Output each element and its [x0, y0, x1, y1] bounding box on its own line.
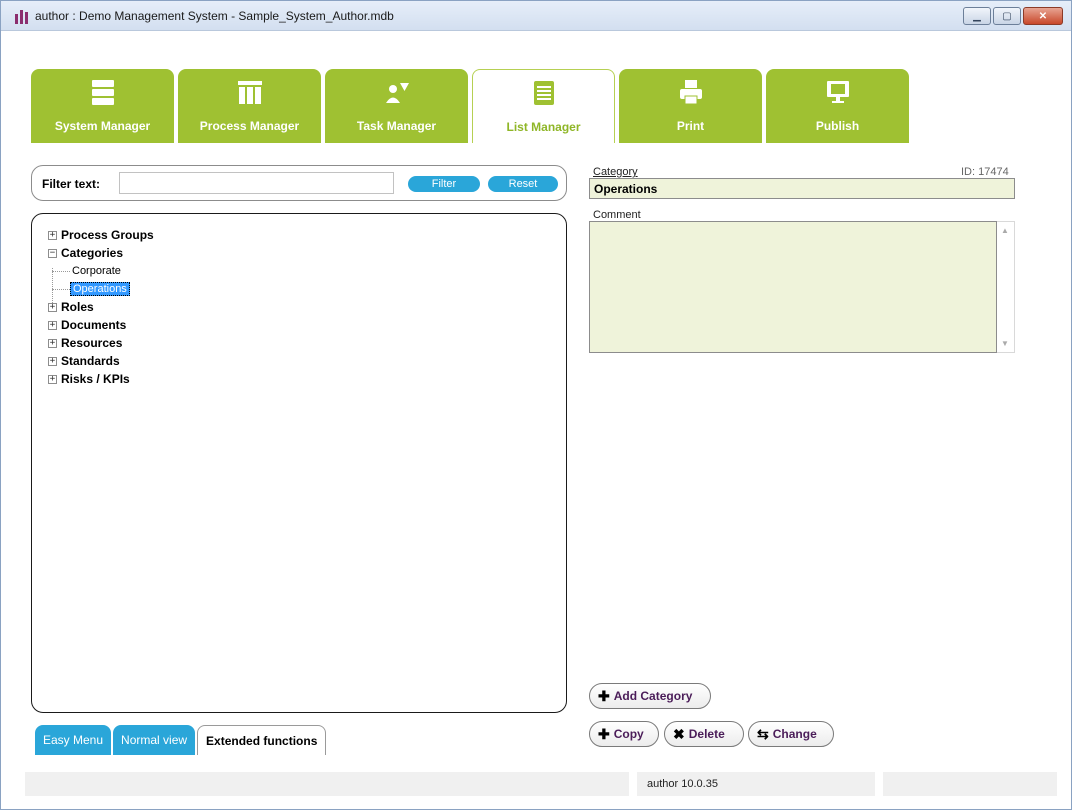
button-label: Add Category — [613, 689, 693, 703]
expand-icon[interactable]: + — [48, 320, 57, 330]
tree-node-label: Process Groups — [61, 228, 154, 242]
tab-normal-view[interactable]: Normal view — [113, 725, 196, 755]
tree-node-documents[interactable]: + Documents — [48, 316, 548, 334]
status-right — [883, 772, 1057, 796]
expand-icon[interactable]: + — [48, 230, 57, 240]
filter-panel: Filter text: Filter Reset — [31, 165, 567, 201]
delete-button[interactable]: ✖ Delete — [664, 721, 744, 747]
minimize-icon[interactable]: ▁ — [963, 7, 991, 25]
main-tab-bar: System Manager Process Manager Task Mana… — [31, 69, 909, 143]
tree-node-label-selected: Operations — [70, 282, 130, 296]
tree-node-standards[interactable]: + Standards — [48, 352, 548, 370]
tab-process-manager[interactable]: Process Manager — [178, 69, 321, 143]
scroll-up-icon[interactable]: ▲ — [1001, 226, 1009, 235]
tree-node-label: Documents — [61, 318, 127, 332]
status-version: author 10.0.35 — [637, 772, 875, 796]
add-category-button[interactable]: ✚ Add Category — [589, 683, 711, 709]
list-icon — [533, 81, 554, 105]
window-title: author : Demo Management System - Sample… — [35, 9, 394, 23]
expand-icon[interactable]: + — [48, 356, 57, 366]
tree-node-label: Standards — [61, 354, 120, 368]
copy-plus-icon: ✚ — [598, 725, 610, 742]
expand-icon[interactable]: + — [48, 374, 57, 384]
tree-node-label: Risks / KPIs — [61, 372, 130, 386]
stack-icon — [91, 80, 114, 105]
tree-view: + Process Groups − Categories Corporate … — [48, 226, 548, 388]
record-id: ID: 17474 — [961, 166, 1009, 178]
tree-node-label: Resources — [61, 336, 123, 350]
tree-node-corporate[interactable]: Corporate — [48, 262, 548, 280]
tab-extended-functions[interactable]: Extended functions — [197, 725, 327, 755]
close-icon[interactable]: ✕ — [1023, 7, 1063, 25]
plus-icon: ✚ — [598, 687, 610, 704]
scroll-down-icon[interactable]: ▼ — [1001, 339, 1009, 348]
tab-label: Print — [676, 119, 705, 133]
tab-label: Publish — [815, 119, 860, 133]
tree-connector — [52, 271, 70, 272]
change-button[interactable]: ⇆ Change — [748, 721, 834, 747]
tree-node-resources[interactable]: + Resources — [48, 334, 548, 352]
tree-node-categories[interactable]: − Categories — [48, 244, 548, 262]
tab-label: List Manager — [506, 120, 581, 134]
tab-easy-menu[interactable]: Easy Menu — [35, 725, 112, 755]
status-left — [25, 772, 629, 796]
category-label: Category — [593, 166, 638, 178]
status-bar: author 10.0.35 — [25, 772, 1057, 796]
tab-publish[interactable]: Publish — [766, 69, 909, 143]
tab-list-manager[interactable]: List Manager — [472, 69, 615, 143]
tab-print[interactable]: Print — [619, 69, 762, 143]
tree-node-process-groups[interactable]: + Process Groups — [48, 226, 548, 244]
tree-node-operations[interactable]: Operations — [48, 280, 548, 298]
category-field[interactable]: Operations — [589, 178, 1015, 199]
copy-button[interactable]: ✚ Copy — [589, 721, 659, 747]
tab-label: Process Manager — [199, 119, 300, 133]
comment-field[interactable] — [589, 221, 997, 353]
tree-node-roles[interactable]: + Roles — [48, 298, 548, 316]
tab-system-manager[interactable]: System Manager — [31, 69, 174, 143]
filter-input[interactable] — [119, 172, 394, 194]
tab-label: System Manager — [54, 119, 151, 133]
maximize-icon[interactable]: ▢ — [993, 7, 1021, 25]
app-logo-icon — [15, 10, 29, 24]
comment-scrollbar[interactable]: ▲ ▼ — [997, 221, 1015, 353]
expand-icon[interactable]: + — [48, 338, 57, 348]
filter-button[interactable]: Filter — [408, 176, 480, 192]
button-label: Change — [772, 727, 817, 741]
swap-arrows-icon: ⇆ — [757, 725, 769, 742]
title-bar: author : Demo Management System - Sample… — [1, 1, 1071, 31]
tree-node-label: Categories — [61, 246, 124, 260]
person-filter-icon — [385, 83, 409, 103]
tree-connector — [52, 289, 70, 290]
tab-label: Task Manager — [356, 119, 437, 133]
x-icon: ✖ — [673, 725, 685, 742]
monitor-icon — [826, 81, 849, 103]
tree-panel: + Process Groups − Categories Corporate … — [31, 213, 567, 713]
tree-node-label: Corporate — [72, 265, 121, 277]
comment-label: Comment — [593, 209, 641, 221]
app-window: author : Demo Management System - Sample… — [0, 0, 1072, 810]
filter-label: Filter text: — [42, 177, 101, 191]
tree-node-risks-kpis[interactable]: + Risks / KPIs — [48, 370, 548, 388]
printer-icon — [679, 80, 702, 105]
reset-button[interactable]: Reset — [488, 176, 558, 192]
view-tab-bar: Easy Menu Normal view Extended functions — [35, 725, 327, 755]
button-label: Copy — [613, 727, 644, 741]
columns-icon — [237, 81, 262, 104]
expand-icon[interactable]: + — [48, 302, 57, 312]
collapse-icon[interactable]: − — [48, 248, 57, 258]
button-label: Delete — [688, 727, 725, 741]
tree-node-label: Roles — [61, 300, 94, 314]
tab-task-manager[interactable]: Task Manager — [325, 69, 468, 143]
